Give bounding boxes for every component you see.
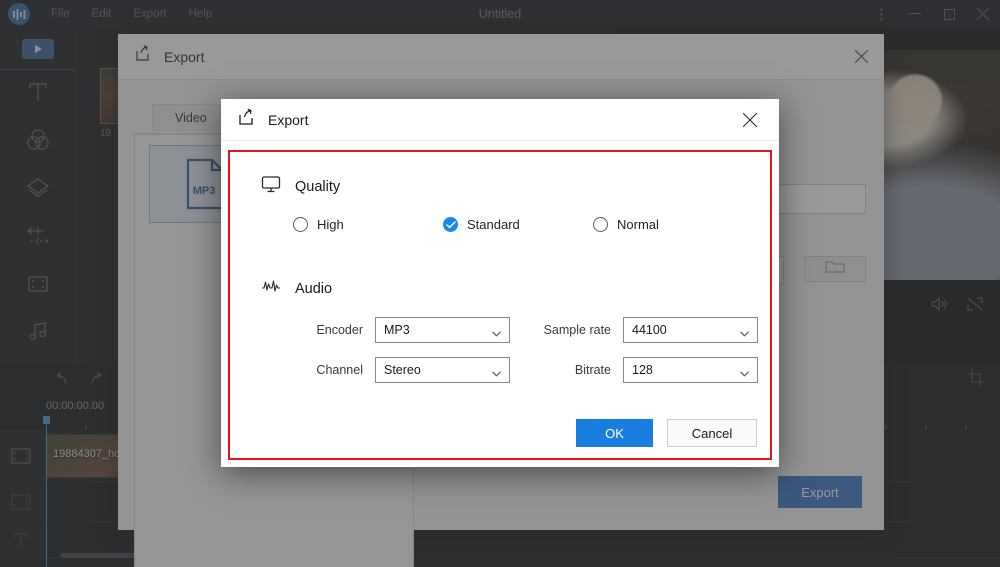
chevron-down-icon (492, 326, 501, 340)
ok-button[interactable]: OK (576, 419, 653, 447)
chevron-down-icon (740, 326, 749, 340)
bitrate-value: 128 (632, 363, 653, 377)
quality-option-normal[interactable]: Normal (593, 217, 743, 232)
sample-rate-label: Sample rate (501, 323, 611, 337)
encoder-label: Encoder (263, 323, 363, 337)
channel-select[interactable]: Stereo (375, 357, 510, 383)
bitrate-label: Bitrate (501, 363, 611, 377)
encoder-value: MP3 (384, 323, 410, 337)
quality-option-standard[interactable]: Standard (443, 217, 593, 232)
audio-section-title: Audio (295, 281, 332, 297)
quality-option-label: Standard (467, 217, 520, 232)
cancel-button[interactable]: Cancel (667, 419, 757, 447)
radio-icon (593, 217, 608, 232)
quality-option-high[interactable]: High (293, 217, 443, 232)
bitrate-field-row: Bitrate 128 (501, 357, 758, 383)
chevron-down-icon (740, 366, 749, 380)
waveform-icon (261, 277, 281, 300)
encoder-select[interactable]: MP3 (375, 317, 510, 343)
encoder-field-row: Encoder MP3 (263, 317, 510, 343)
dialog-header: Export (221, 99, 779, 141)
chevron-down-icon (492, 366, 501, 380)
bitrate-select[interactable]: 128 (623, 357, 758, 383)
close-icon[interactable] (735, 99, 765, 141)
radio-icon (293, 217, 308, 232)
quality-option-label: High (317, 217, 344, 232)
sample-rate-field-row: Sample rate 44100 (501, 317, 758, 343)
dialog-title: Export (268, 112, 308, 128)
quality-section-title: Quality (295, 179, 340, 195)
audio-section-header: Audio (261, 277, 332, 300)
share-icon (237, 108, 256, 132)
sample-rate-select[interactable]: 44100 (623, 317, 758, 343)
quality-radio-group: High Standard Normal (293, 217, 743, 232)
channel-field-row: Channel Stereo (263, 357, 510, 383)
sample-rate-value: 44100 (632, 323, 667, 337)
radio-checked-icon (443, 217, 458, 232)
app-root: File Edit Export Help Untitled (0, 0, 1000, 567)
export-settings-dialog: Export Quality High Standard (221, 99, 779, 467)
channel-value: Stereo (384, 363, 421, 377)
channel-label: Channel (263, 363, 363, 377)
monitor-icon (261, 175, 281, 198)
quality-option-label: Normal (617, 217, 659, 232)
quality-section-header: Quality (261, 175, 340, 198)
